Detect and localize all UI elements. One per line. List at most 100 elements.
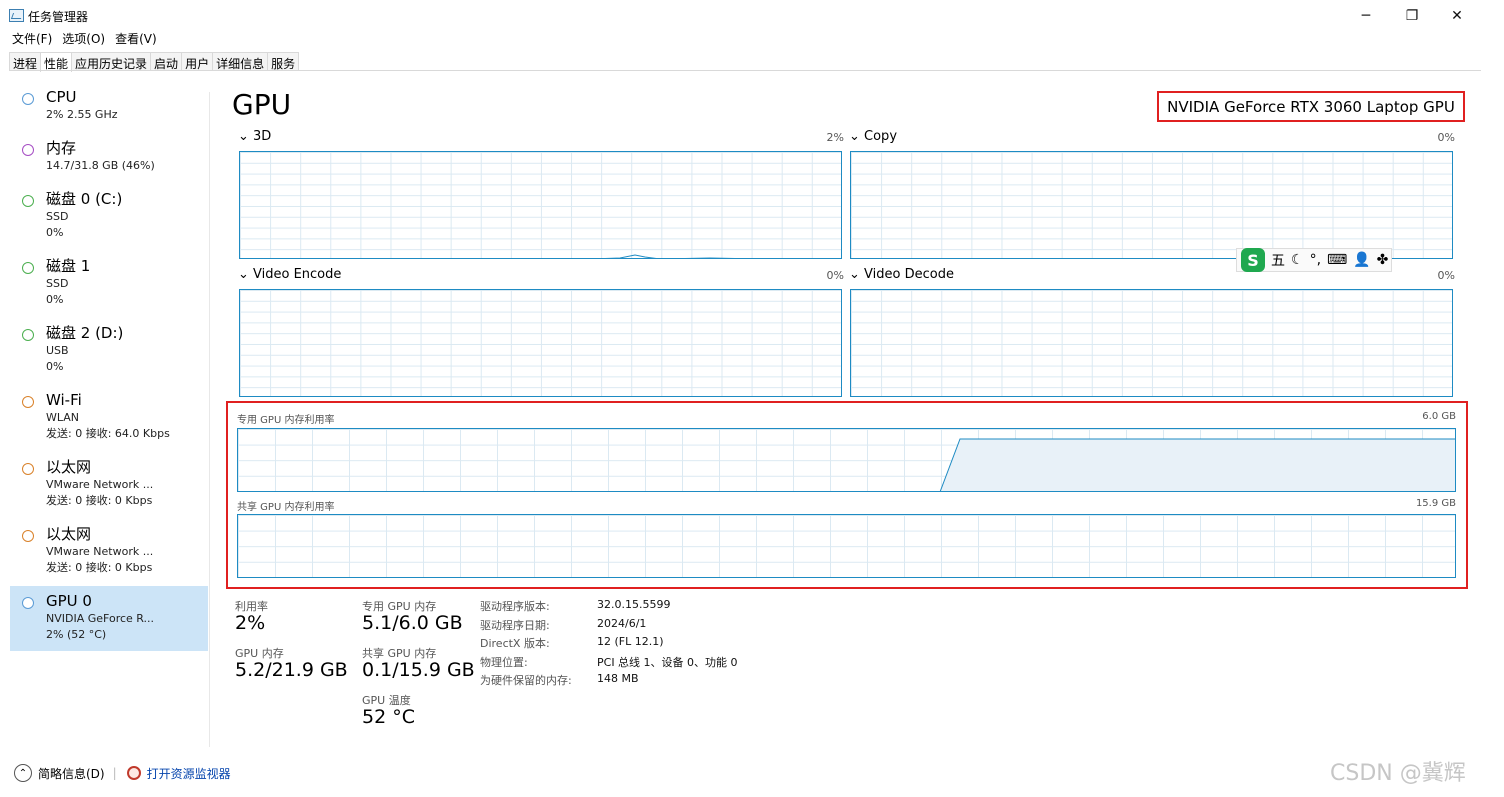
menu-options[interactable]: 选项(O) xyxy=(62,30,105,47)
sidebar-item[interactable]: 磁盘 2 (D:) USB 0% xyxy=(10,318,208,383)
sidebar-item[interactable]: CPU 2% 2.55 GHz xyxy=(10,82,208,131)
sidebar-item-detail: 发送: 0 接收: 0 Kbps xyxy=(46,561,153,574)
ime-toolbar[interactable]: S 五 ☾ °, ⌨ 👤 ✤ xyxy=(1236,248,1392,272)
detail-value: 32.0.15.5599 xyxy=(597,598,671,611)
shared-memory-stat-value: 0.1/15.9 GB xyxy=(362,659,475,681)
sidebar-item[interactable]: 磁盘 0 (C:) SSD 0% xyxy=(10,184,208,249)
menu-view[interactable]: 查看(V) xyxy=(115,30,157,47)
status-circle-icon xyxy=(22,329,34,341)
sidebar-item-detail: WLAN xyxy=(46,411,80,424)
dedicated-memory-graph xyxy=(237,428,1456,492)
ime-grid-icon[interactable]: ✤ xyxy=(1377,252,1389,268)
tab-app-history[interactable]: 应用历史记录 xyxy=(71,52,152,71)
open-resource-monitor-link[interactable]: 打开资源监视器 xyxy=(147,765,231,782)
ime-user-icon[interactable]: 👤 xyxy=(1353,252,1370,268)
watermark: CSDN @冀辉 xyxy=(1330,761,1466,786)
tab-bar: 进程 性能 应用历史记录 启动 用户 详细信息 服务 xyxy=(9,52,300,72)
engine-graph-video-decode xyxy=(850,289,1453,397)
sidebar-item-title: Wi-Fi xyxy=(46,391,82,409)
engine-label-video-decode[interactable]: ⌄ Video Decode xyxy=(849,267,954,282)
ime-punctuation-icon[interactable]: °, xyxy=(1310,252,1321,268)
sidebar-item-detail: 2% 2.55 GHz xyxy=(46,108,118,121)
sidebar-divider xyxy=(209,92,210,747)
sidebar-item-detail: 0% xyxy=(46,293,64,306)
sidebar-item-title: 内存 xyxy=(46,139,77,157)
resource-monitor-icon[interactable] xyxy=(126,766,141,780)
detail-row: 物理位置: PCI 总线 1、设备 0、功能 0 xyxy=(480,654,738,673)
task-manager-icon xyxy=(9,9,24,22)
detail-label: 驱动程序日期: xyxy=(480,618,550,632)
ime-keyboard-icon[interactable]: ⌨ xyxy=(1327,252,1347,268)
sidebar-item-detail: USB xyxy=(46,344,69,357)
sidebar-item[interactable]: GPU 0 NVIDIA GeForce R... 2% (52 °C) xyxy=(10,586,208,651)
ime-logo-icon[interactable]: S xyxy=(1241,248,1265,272)
sidebar-item-detail: 发送: 0 接收: 64.0 Kbps xyxy=(46,427,170,440)
sidebar-item[interactable]: 以太网 VMware Network ... 发送: 0 接收: 0 Kbps xyxy=(10,452,208,517)
sidebar-item-title: 磁盘 2 (D:) xyxy=(46,324,124,342)
sidebar-item-detail: 14.7/31.8 GB (46%) xyxy=(46,159,155,172)
tab-services[interactable]: 服务 xyxy=(267,52,300,71)
tab-startup[interactable]: 启动 xyxy=(150,52,183,71)
sidebar-item[interactable]: 内存 14.7/31.8 GB (46%) xyxy=(10,133,208,182)
status-circle-icon xyxy=(22,93,34,105)
detail-row: 驱动程序日期: 2024/6/1 xyxy=(480,617,738,636)
gpu-model-label: NVIDIA GeForce RTX 3060 Laptop GPU xyxy=(1167,97,1455,116)
ime-wubi-icon[interactable]: 五 xyxy=(1271,250,1285,270)
footer: ⌃ 简略信息(D) | 打开资源监视器 xyxy=(14,764,231,782)
detail-label: 驱动程序版本: xyxy=(480,600,550,613)
engine-value-copy: 0% xyxy=(1437,131,1455,144)
window-title: 任务管理器 xyxy=(28,10,89,24)
utilization-value: 2% xyxy=(235,612,266,634)
status-circle-icon xyxy=(22,396,34,408)
sidebar-item-detail: 0% xyxy=(46,360,64,373)
tab-processes[interactable]: 进程 xyxy=(9,52,42,71)
status-circle-icon xyxy=(22,597,34,609)
status-circle-icon xyxy=(22,144,34,156)
detail-value: PCI 总线 1、设备 0、功能 0 xyxy=(597,655,738,669)
sidebar-item-detail: 发送: 0 接收: 0 Kbps xyxy=(46,494,153,507)
shared-memory-max: 15.9 GB xyxy=(1415,498,1456,509)
sidebar-item-detail: VMware Network ... xyxy=(46,478,154,491)
sidebar-item-detail: 0% xyxy=(46,226,64,239)
tab-divider xyxy=(9,70,1481,71)
menu-file[interactable]: 文件(F) xyxy=(12,30,52,47)
fewer-details-link[interactable]: 简略信息(D) xyxy=(38,765,105,782)
sidebar-item[interactable]: Wi-Fi WLAN 发送: 0 接收: 64.0 Kbps xyxy=(10,385,208,450)
detail-value: 148 MB xyxy=(597,672,639,685)
status-circle-icon xyxy=(22,262,34,274)
chevron-up-icon[interactable]: ⌃ xyxy=(14,764,32,782)
sidebar-item-detail: VMware Network ... xyxy=(46,545,154,558)
ime-moon-icon[interactable]: ☾ xyxy=(1291,252,1304,268)
dedicated-memory-max: 6.0 GB xyxy=(1422,411,1456,422)
sidebar-item-title: GPU 0 xyxy=(46,592,92,610)
engine-graph-copy xyxy=(850,151,1453,259)
engine-label-video-encode[interactable]: ⌄ Video Encode xyxy=(238,267,341,282)
close-button[interactable]: ✕ xyxy=(1434,0,1480,32)
gpu-temperature-value: 52 °C xyxy=(362,706,415,728)
sidebar-item-title: 磁盘 1 xyxy=(46,257,91,275)
engine-label-3d[interactable]: ⌄ 3D xyxy=(238,129,271,144)
gpu-memory-value: 5.2/21.9 GB xyxy=(235,659,348,681)
engine-label-copy[interactable]: ⌄ Copy xyxy=(849,129,897,144)
sidebar-item[interactable]: 以太网 VMware Network ... 发送: 0 接收: 0 Kbps xyxy=(10,519,208,584)
minimize-button[interactable]: ─ xyxy=(1343,0,1389,32)
restore-button[interactable]: ❐ xyxy=(1389,0,1435,32)
status-circle-icon xyxy=(22,195,34,207)
engine-value-video-decode: 0% xyxy=(1437,269,1455,282)
shared-memory-label: 共享 GPU 内存利用率 xyxy=(237,502,335,513)
menu-bar: 文件(F) 选项(O) 查看(V) xyxy=(12,30,157,47)
dedicated-memory-label: 专用 GPU 内存利用率 xyxy=(237,415,335,426)
tab-users[interactable]: 用户 xyxy=(181,52,214,71)
detail-row: 为硬件保留的内存: 148 MB xyxy=(480,672,738,691)
dedicated-memory-stat-value: 5.1/6.0 GB xyxy=(362,612,463,634)
status-circle-icon xyxy=(22,530,34,542)
page-title: GPU xyxy=(232,88,292,121)
sidebar-item-detail: SSD xyxy=(46,210,69,223)
sidebar-item-title: 以太网 xyxy=(46,525,92,543)
tab-details[interactable]: 详细信息 xyxy=(212,52,269,71)
engine-graph-3d xyxy=(239,151,842,259)
tab-performance[interactable]: 性能 xyxy=(40,52,73,72)
sidebar-item[interactable]: 磁盘 1 SSD 0% xyxy=(10,251,208,316)
detail-label: 为硬件保留的内存: xyxy=(480,674,572,687)
sidebar-item-detail: NVIDIA GeForce R... xyxy=(46,612,155,625)
